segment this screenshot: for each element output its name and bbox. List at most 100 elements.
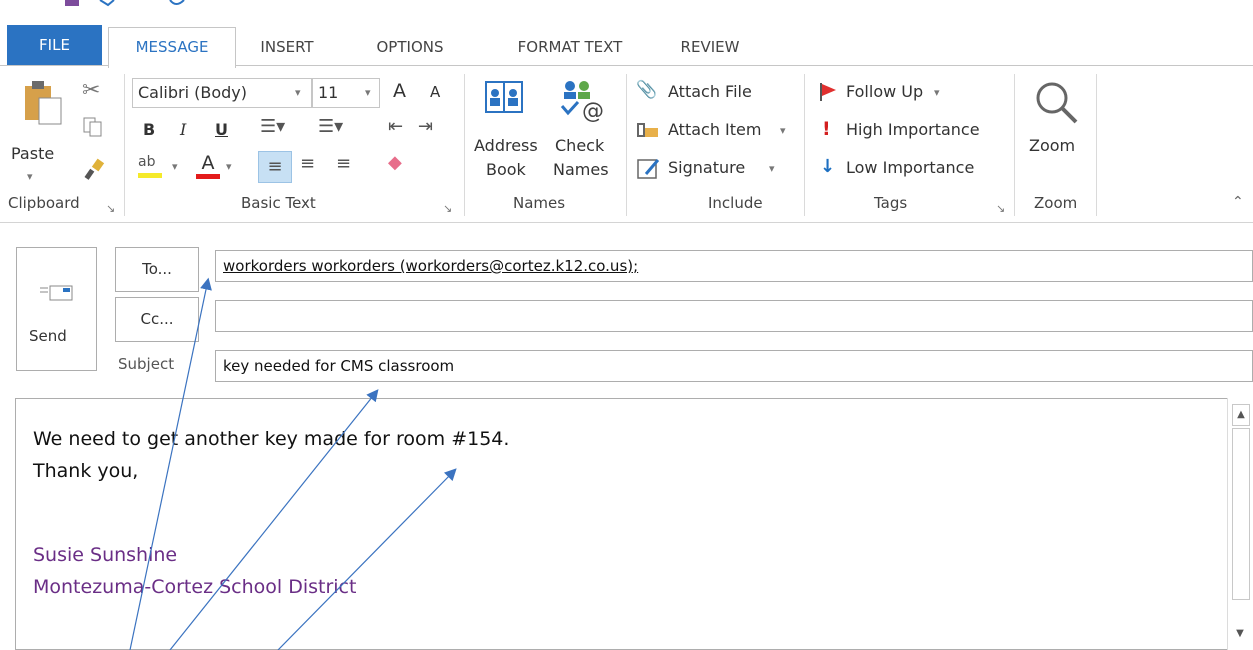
names-group-label: Names	[513, 194, 566, 212]
magnifier-icon	[1036, 82, 1078, 124]
font-color-letter: A	[201, 152, 215, 174]
clipboard-group-label: Clipboard	[8, 194, 80, 212]
low-importance-label: Low Importance	[846, 158, 975, 177]
align-left-icon: ≡	[267, 156, 283, 177]
address-book-button[interactable]: Address Book	[470, 76, 544, 188]
font-name-select[interactable]: Calibri (Body) ▾	[132, 78, 312, 108]
check-names-button[interactable]: @ Check Names	[548, 76, 618, 188]
vertical-scrollbar[interactable]: ▲ ▼	[1227, 398, 1253, 650]
title-bar-fragment	[0, 0, 1253, 18]
tab-format-text[interactable]: FORMAT TEXT	[495, 32, 645, 66]
high-importance-button[interactable]: ! High Importance	[818, 118, 998, 144]
high-importance-label: High Importance	[846, 120, 980, 139]
zoom-button[interactable]: Zoom	[1022, 76, 1092, 188]
decrease-indent-icon[interactable]: ⇤	[388, 116, 403, 137]
paste-dropdown-icon[interactable]: ▾	[27, 170, 33, 183]
tab-insert[interactable]: INSERT	[253, 32, 321, 66]
cc-field[interactable]	[215, 300, 1253, 332]
scroll-down-icon[interactable]: ▼	[1232, 624, 1248, 644]
chevron-down-icon[interactable]: ▾	[226, 160, 232, 173]
envelope-icon	[40, 285, 73, 301]
to-button[interactable]: To...	[115, 247, 199, 292]
scissors-icon[interactable]: ✂	[82, 78, 100, 103]
group-separator	[464, 74, 465, 216]
follow-up-button[interactable]: Follow Up ▾	[818, 80, 968, 106]
chevron-down-icon: ▾	[769, 162, 775, 175]
underline-button[interactable]: U	[215, 120, 228, 139]
signature-button[interactable]: Signature ▾	[636, 156, 786, 184]
tags-launcher-icon[interactable]: ↘	[996, 202, 1005, 215]
copy-icon[interactable]	[82, 116, 104, 138]
address-book-label-line1: Address	[474, 136, 538, 155]
increase-indent-icon[interactable]: ⇥	[418, 116, 433, 137]
send-label: Send	[29, 327, 67, 345]
signature-name: Susie Sunshine	[33, 544, 178, 566]
address-book-label-line2: Book	[486, 160, 526, 179]
chevron-down-icon: ▾	[295, 86, 301, 99]
check-names-label-line2: Names	[553, 160, 609, 179]
title-bar-glyphs	[65, 0, 185, 7]
format-painter-icon[interactable]	[84, 158, 106, 180]
grow-font-button[interactable]: A	[393, 80, 406, 102]
group-separator	[1096, 74, 1097, 216]
tags-group-label: Tags	[874, 194, 908, 212]
low-importance-button[interactable]: ↓ Low Importance	[818, 156, 998, 182]
zoom-label: Zoom	[1029, 136, 1076, 155]
body-line-2: Thank you,	[33, 460, 139, 482]
attach-file-label: Attach File	[668, 82, 752, 101]
attach-item-icon	[637, 123, 658, 137]
to-recipient[interactable]: workorders workorders (workorders@cortez…	[223, 257, 638, 275]
chevron-down-icon[interactable]: ▾	[172, 160, 178, 173]
exclamation-icon: !	[822, 118, 831, 140]
group-separator	[804, 74, 805, 216]
group-separator	[1014, 74, 1015, 216]
bullets-icon[interactable]: ☰▾	[260, 116, 285, 137]
attach-item-label: Attach Item	[668, 120, 762, 139]
group-separator	[124, 74, 125, 216]
scrollbar-thumb[interactable]	[1232, 428, 1250, 600]
font-size-select[interactable]: 11 ▾	[312, 78, 380, 108]
address-book-icon	[485, 81, 523, 113]
attach-file-button[interactable]: 📎 Attach File	[636, 80, 786, 106]
group-separator	[626, 74, 627, 216]
paste-icon	[25, 81, 62, 125]
attach-item-button[interactable]: Attach Item ▾	[636, 118, 796, 144]
clipboard-launcher-icon[interactable]: ↘	[106, 202, 115, 215]
ribbon: Paste ▾ ✂ Clipboard ↘ Calibri (Body) ▾ 1…	[0, 65, 1253, 223]
highlight-icon[interactable]: ab	[138, 154, 168, 180]
signature-label: Signature	[668, 158, 746, 177]
to-field[interactable]: workorders workorders (workorders@cortez…	[215, 250, 1253, 282]
tab-review[interactable]: REVIEW	[670, 32, 750, 66]
font-color-button[interactable]: A	[196, 152, 220, 180]
align-center-icon[interactable]: ≡	[300, 153, 315, 174]
font-size-value: 11	[318, 83, 339, 102]
tab-file[interactable]: FILE	[7, 25, 102, 65]
align-right-icon[interactable]: ≡	[336, 153, 351, 174]
paste-button[interactable]: Paste ▾	[8, 74, 70, 184]
align-left-button[interactable]: ≡	[258, 151, 292, 183]
shrink-font-button[interactable]: A	[430, 83, 440, 101]
font-name-value: Calibri (Body)	[138, 83, 248, 102]
scroll-up-icon[interactable]: ▲	[1232, 404, 1250, 426]
paperclip-icon: 📎	[636, 80, 658, 100]
clear-formatting-icon[interactable]: ◆	[388, 152, 402, 173]
chevron-up-icon[interactable]: ⌃	[1232, 194, 1244, 210]
cc-button[interactable]: Cc...	[115, 297, 199, 342]
chevron-down-icon: ▾	[780, 124, 786, 137]
chevron-down-icon: ▾	[934, 86, 940, 99]
numbering-icon[interactable]: ☰▾	[318, 116, 343, 137]
paste-label: Paste	[11, 144, 55, 163]
tab-options[interactable]: OPTIONS	[360, 32, 460, 66]
subject-field[interactable]: key needed for CMS classroom	[215, 350, 1253, 382]
send-button[interactable]: Send	[16, 247, 97, 371]
zoom-group-label: Zoom	[1034, 194, 1078, 212]
basic-text-launcher-icon[interactable]: ↘	[443, 202, 452, 215]
ribbon-tab-bar: FILE MESSAGE INSERT OPTIONS FORMAT TEXT …	[0, 22, 1253, 68]
body-line-1: We need to get another key made for room…	[33, 428, 510, 450]
signature-organization: Montezuma-Cortez School District	[33, 576, 357, 598]
tab-message[interactable]: MESSAGE	[108, 27, 236, 68]
bold-button[interactable]: B	[143, 120, 155, 139]
follow-up-label: Follow Up	[846, 82, 924, 101]
italic-button[interactable]: I	[180, 120, 186, 139]
signature-icon	[637, 159, 660, 179]
